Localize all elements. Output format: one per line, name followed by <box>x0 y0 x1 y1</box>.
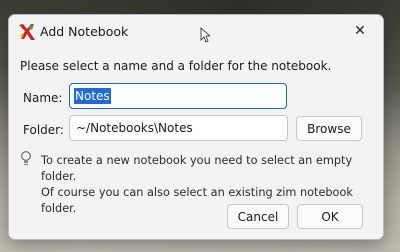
add-notebook-dialog: Add Notebook ✕ Please select a name and … <box>8 14 384 240</box>
title-bar: Add Notebook ✕ <box>9 15 383 47</box>
name-input-value: Notes <box>74 88 111 104</box>
name-label: Name: <box>23 91 63 105</box>
hint-line-1: To create a new notebook you need to sel… <box>41 154 353 183</box>
ok-button[interactable]: OK <box>297 204 363 229</box>
browse-button[interactable]: Browse <box>296 116 362 141</box>
instruction-text: Please select a name and a folder for th… <box>20 59 332 73</box>
name-input[interactable]: Notes <box>69 83 287 109</box>
lightbulb-icon <box>21 151 31 166</box>
mouse-cursor-icon <box>200 27 210 43</box>
folder-input[interactable]: ~/Notebooks\Notes <box>69 115 288 141</box>
zim-app-icon <box>19 24 35 40</box>
close-icon: ✕ <box>354 23 366 39</box>
folder-label: Folder: <box>23 123 64 137</box>
close-button[interactable]: ✕ <box>337 15 383 47</box>
cancel-button[interactable]: Cancel <box>227 204 289 229</box>
window-title: Add Notebook <box>40 24 129 39</box>
